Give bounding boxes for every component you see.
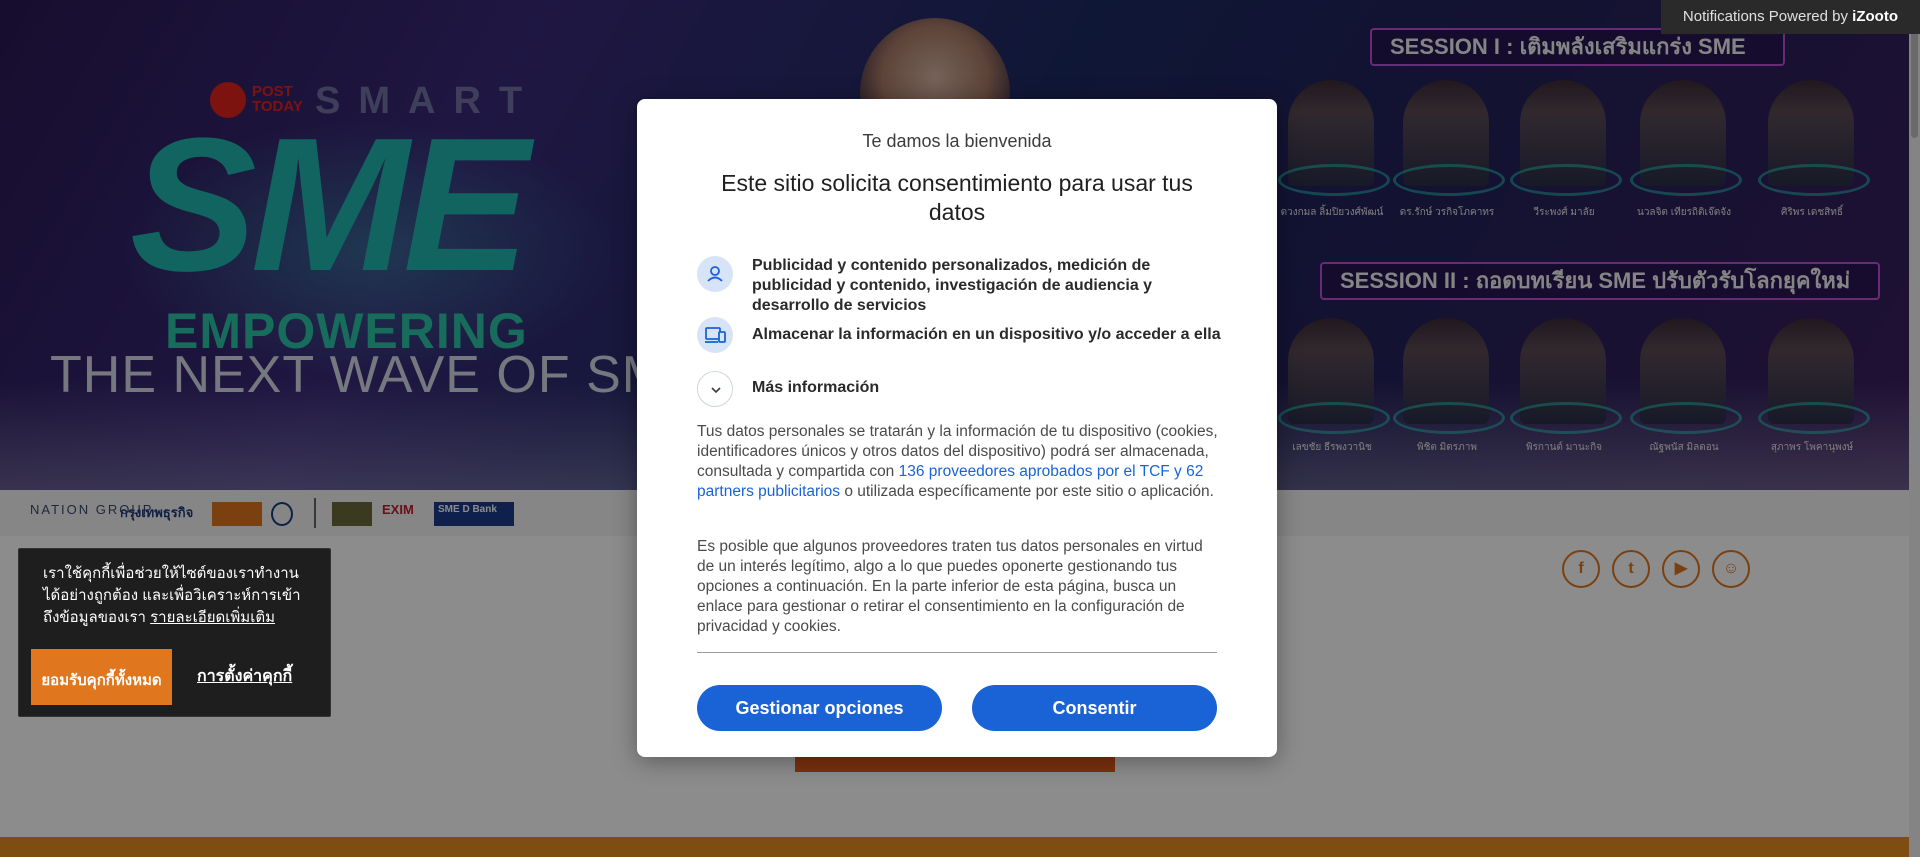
cookie-settings-link[interactable]: การตั้งค่าคุกกี้ — [197, 664, 292, 689]
dialog-divider — [697, 652, 1217, 653]
person-icon — [697, 256, 733, 292]
purpose-ads-text: Publicidad y contenido personalizados, m… — [752, 257, 1153, 314]
consent-paragraph-1: Tus datos personales se tratarán y la in… — [697, 422, 1219, 502]
notification-badge-brand: iZooto — [1852, 8, 1898, 25]
consent-paragraph-1-end: o utilizada específicamente por este sit… — [840, 483, 1214, 500]
cookie-banner: เราใช้คุกกี้เพื่อช่วยให้ไซต์ของเราทำงานไ… — [18, 548, 331, 717]
manage-options-button[interactable]: Gestionar opciones — [697, 685, 942, 731]
consent-button[interactable]: Consentir — [972, 685, 1217, 731]
consent-dialog: Te damos la bienvenida Este sitio solici… — [637, 99, 1277, 757]
consent-paragraph-2: Es posible que algunos proveedores trate… — [697, 538, 1203, 635]
cookie-details-link[interactable]: รายละเอียดเพิ่มเติม — [150, 609, 275, 626]
notification-badge[interactable]: Notifications Powered by iZooto — [1660, 0, 1920, 34]
accept-cookies-button[interactable]: ยอมรับคุกกี้ทั้งหมด — [31, 649, 172, 705]
purpose-storage-text: Almacenar la información en un dispositi… — [752, 326, 1221, 343]
dialog-title: Este sitio solicita consentimiento para … — [721, 170, 1193, 225]
notification-badge-prefix: Notifications Powered by — [1682, 8, 1853, 25]
chevron-down-icon[interactable] — [697, 371, 733, 407]
cookie-text: เราใช้คุกกี้เพื่อช่วยให้ไซต์ของเราทำงานไ… — [43, 563, 310, 629]
devices-icon — [697, 317, 733, 353]
dialog-welcome: Te damos la bienvenida — [862, 131, 1052, 151]
more-info-label[interactable]: Más información — [752, 379, 879, 397]
